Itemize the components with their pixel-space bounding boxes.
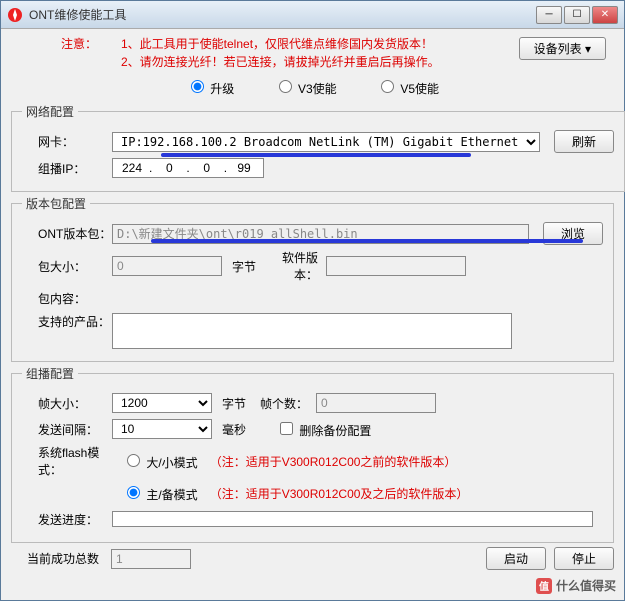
network-group: 网络配置 网卡： IP:192.168.100.2 Broadcom NetLi… [11, 103, 625, 192]
mode-upgrade-radio[interactable]: 升级 [186, 82, 234, 96]
flash-main-radio[interactable]: 主/备模式 [122, 483, 198, 503]
flash-small-radio[interactable]: 大/小模式 [122, 451, 198, 471]
size-unit: 字节 [222, 258, 266, 275]
watermark-icon: 值 [536, 578, 552, 594]
software-version-value [326, 256, 466, 276]
network-legend: 网络配置 [22, 103, 78, 120]
flash-small-note: （注：适用于V300R012C00之前的软件版本） [210, 453, 457, 470]
success-count-value [111, 549, 191, 569]
watermark: 值 什么值得买 [536, 577, 616, 594]
annotation-underline [151, 239, 583, 243]
package-size-label: 包大小： [22, 258, 112, 275]
package-content-label: 包内容： [22, 290, 112, 307]
window-title: ONT维修使能工具 [29, 6, 536, 23]
multicast-legend: 组播配置 [22, 365, 78, 382]
frame-size-unit: 字节 [212, 395, 256, 412]
device-list-button[interactable]: 设备列表 ▾ [519, 37, 606, 60]
interval-unit: 毫秒 [212, 421, 256, 438]
frame-size-select[interactable]: 1200 [112, 393, 212, 413]
frame-size-label: 帧大小： [22, 395, 112, 412]
send-interval-select[interactable]: 10 [112, 419, 212, 439]
send-progress-label: 发送进度： [22, 511, 112, 528]
mode-radios: 升级 V3使能 V5使能 [11, 77, 614, 97]
notice-text: 1、此工具用于使能telnet，仅限代维点维修国内发货版本！ 2、请勿连接光纤！… [121, 35, 440, 71]
package-path-label: ONT版本包： [22, 225, 112, 242]
send-progress-bar [112, 511, 593, 527]
maximize-button[interactable]: ☐ [564, 6, 590, 24]
success-count-label: 当前成功总数 [11, 550, 111, 567]
send-interval-label: 发送间隔： [22, 421, 112, 438]
notice-label: 注意： [61, 35, 121, 52]
package-legend: 版本包配置 [22, 195, 90, 212]
multicast-ip-label: 组播IP： [22, 160, 112, 177]
delete-backup-checkbox[interactable]: 删除备份配置 [276, 419, 371, 439]
multicast-ip-input[interactable]: . . . [112, 158, 264, 178]
flash-mode-label: 系统flash模式： [22, 444, 122, 478]
frame-count-label: 帧个数： [256, 395, 316, 412]
start-button[interactable]: 启动 [486, 547, 546, 570]
close-button[interactable]: ✕ [592, 6, 618, 24]
titlebar: ONT维修使能工具 ─ ☐ ✕ [1, 1, 624, 29]
huawei-logo-icon [7, 7, 23, 23]
flash-main-note: （注：适用于V300R012C00及之后的软件版本） [210, 485, 469, 502]
minimize-button[interactable]: ─ [536, 6, 562, 24]
nic-select[interactable]: IP:192.168.100.2 Broadcom NetLink (TM) G… [112, 132, 540, 152]
frame-count-value [316, 393, 436, 413]
nic-label: 网卡： [22, 133, 112, 150]
multicast-group: 组播配置 帧大小： 1200 字节 帧个数： 发送间隔： 10 毫秒 删除备份配… [11, 365, 614, 543]
refresh-button[interactable]: 刷新 [554, 130, 614, 153]
package-size-value [112, 256, 222, 276]
mode-v3-radio[interactable]: V3使能 [274, 82, 337, 96]
stop-button[interactable]: 停止 [554, 547, 614, 570]
mode-v5-radio[interactable]: V5使能 [376, 82, 439, 96]
software-version-label: 软件版本： [266, 249, 326, 283]
annotation-underline [161, 153, 471, 157]
supported-products-label: 支持的产品： [22, 313, 112, 330]
package-group: 版本包配置 ONT版本包： 浏览 包大小： 字节 软件版本： 包内容： 支持的产… [11, 195, 614, 362]
supported-products-text [112, 313, 512, 349]
